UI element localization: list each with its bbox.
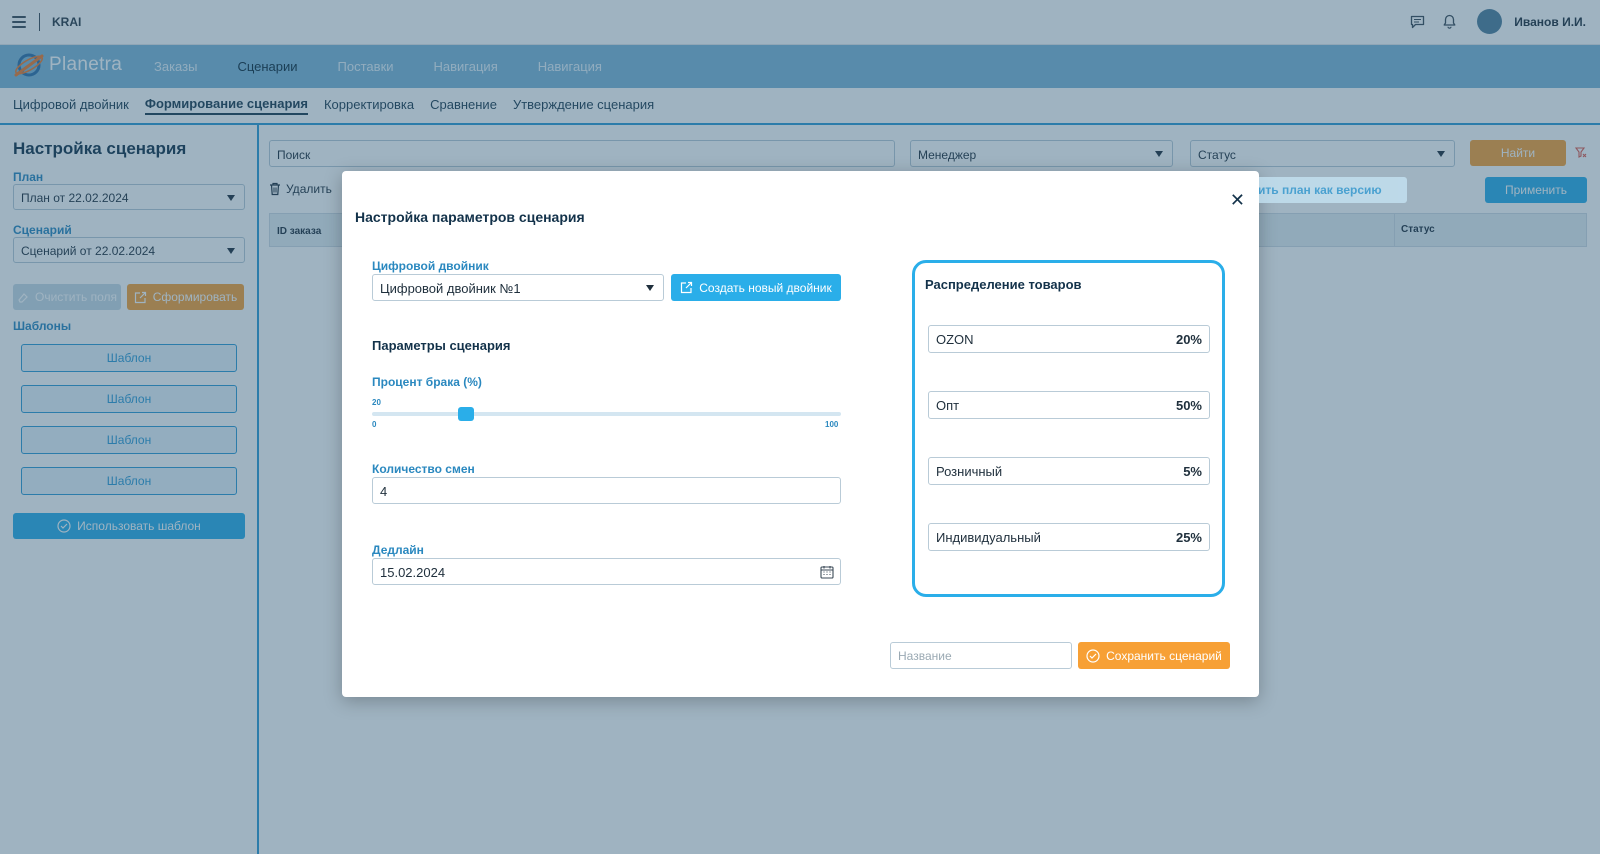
deadline-label: Дедлайн xyxy=(372,543,424,557)
distribution-row-wholesale[interactable]: Опт 50% xyxy=(928,391,1210,419)
slider-max-label: 100 xyxy=(825,420,839,429)
calendar-icon[interactable] xyxy=(820,565,834,582)
save-scenario-label: Сохранить сценарий xyxy=(1106,648,1222,663)
save-version-button-clip: Сохранить план как версию xyxy=(1259,177,1407,203)
distribution-title: Распределение товаров xyxy=(925,277,1082,292)
distribution-percent: 25% xyxy=(1175,529,1202,545)
distribution-percent: 5% xyxy=(1183,463,1202,479)
twin-label: Цифровой двойник xyxy=(372,259,489,273)
create-twin-button[interactable]: Создать новый двойник xyxy=(671,274,841,301)
twin-select[interactable]: Цифровой двойник №1 xyxy=(372,274,664,301)
distribution-percent: 50% xyxy=(1175,397,1202,413)
distribution-panel: Распределение товаров OZON 20% Опт 50% Р… xyxy=(912,260,1225,597)
modal-title: Настройка параметров сценария xyxy=(355,209,585,225)
distribution-row-individual[interactable]: Индивидуальный 25% xyxy=(928,523,1210,551)
distribution-row-retail[interactable]: Розничный 5% xyxy=(928,457,1210,485)
distribution-percent: 20% xyxy=(1175,331,1202,347)
params-title: Параметры сценария xyxy=(372,338,511,353)
scenario-params-modal: Настройка параметров сценария ✕ Цифровой… xyxy=(342,171,1259,697)
defect-label: Процент брака (%) xyxy=(372,375,482,389)
save-scenario-button[interactable]: Сохранить сценарий xyxy=(1078,642,1230,669)
distribution-name: OZON xyxy=(936,331,974,347)
defect-slider-thumb[interactable] xyxy=(457,407,474,421)
chevron-down-icon xyxy=(646,285,654,291)
create-twin-label: Создать новый двойник xyxy=(699,280,832,295)
external-link-icon xyxy=(681,281,693,294)
twin-select-value: Цифровой двойник №1 xyxy=(380,281,521,296)
slider-min-label: 0 xyxy=(372,420,377,429)
distribution-name: Опт xyxy=(936,397,960,413)
deadline-value: 15.02.2024 xyxy=(380,565,446,580)
distribution-name: Индивидуальный xyxy=(936,529,1041,545)
shifts-input[interactable]: 4 xyxy=(372,477,841,504)
shifts-label: Количество смен xyxy=(372,462,475,476)
save-version-button[interactable]: Сохранить план как версию xyxy=(1259,177,1407,203)
scenario-name-input[interactable]: Название xyxy=(890,642,1072,669)
distribution-name: Розничный xyxy=(936,463,1003,479)
deadline-input[interactable]: 15.02.2024 xyxy=(372,558,841,585)
defect-slider-track[interactable] xyxy=(372,412,841,416)
distribution-row-ozon[interactable]: OZON 20% xyxy=(928,325,1210,353)
close-icon[interactable]: ✕ xyxy=(1230,191,1245,209)
check-circle-icon xyxy=(1086,648,1100,663)
defect-current-value: 20 xyxy=(372,398,381,407)
